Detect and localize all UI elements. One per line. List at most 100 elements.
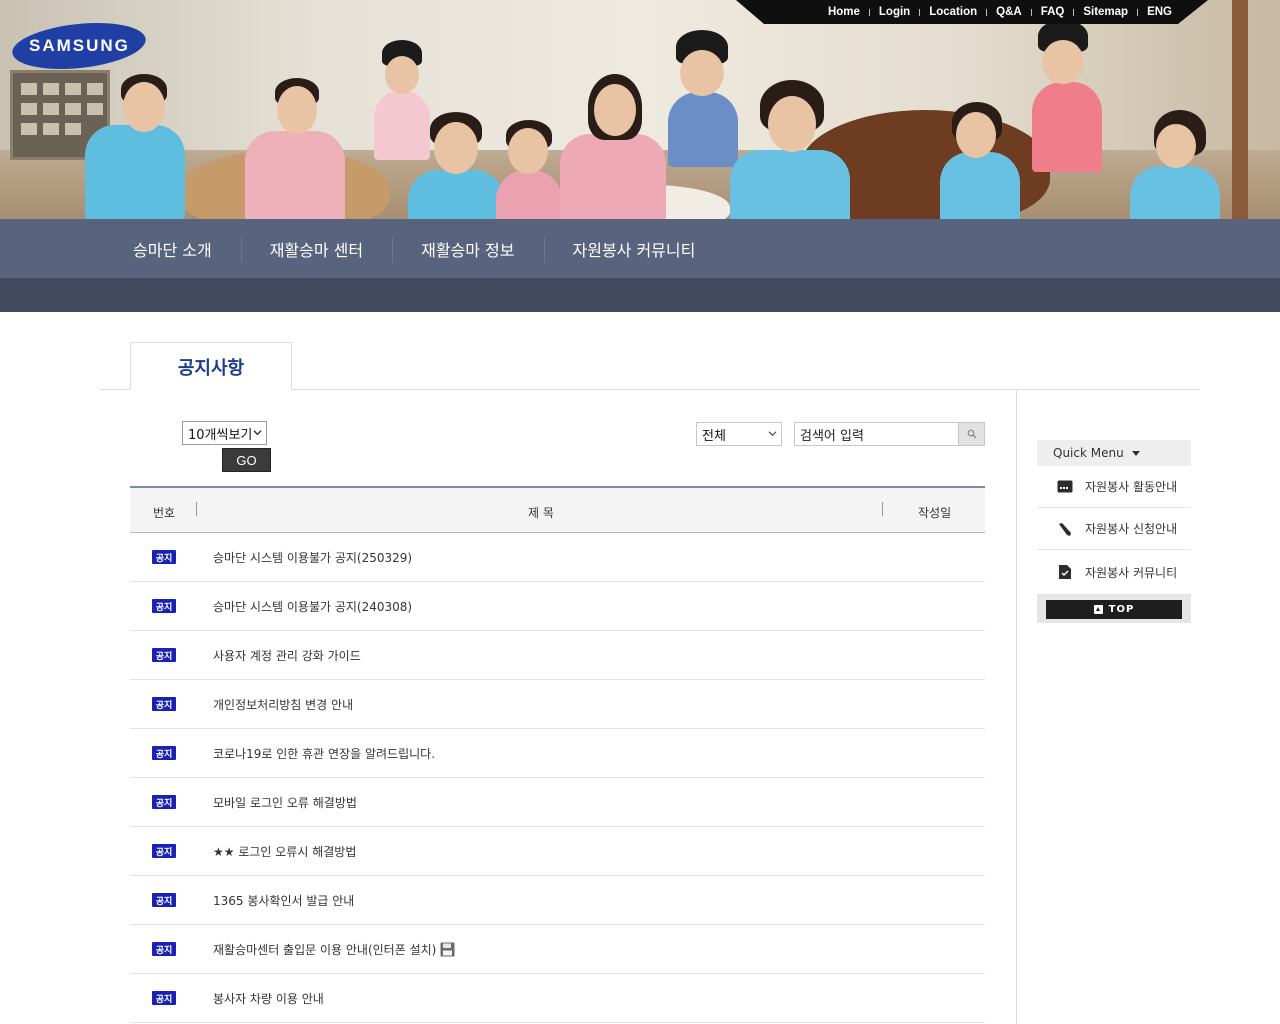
notice-badge: 공지 — [152, 942, 176, 956]
table-body: 공지 승마단 시스템 이용불가 공지(250329) 공지 승마단 시스템 이용불가 … — [130, 533, 985, 1023]
row-title-text: 1365 봉사확인서 발급 안내 — [213, 894, 355, 908]
row-title-text: 봉사자 차량 이용 안내 — [213, 992, 324, 1006]
utility-link-home[interactable]: Home — [828, 6, 860, 18]
utility-link-faq[interactable]: FAQ — [1041, 6, 1065, 18]
search-scope-select[interactable]: 전체 — [696, 422, 782, 446]
notice-badge: 공지 — [152, 844, 176, 858]
table-row[interactable]: 공지 개인정보처리방침 변경 안내 — [130, 680, 985, 729]
nav-item-label: 재활승마 센터 — [269, 240, 364, 260]
notice-badge: 공지 — [152, 746, 176, 760]
quick-menu-item-label: 자원봉사 신청안내 — [1085, 522, 1178, 536]
column-header-title: 제 목 — [528, 506, 554, 520]
table-row[interactable]: 공지 승마단 시스템 이용불가 공지(250329) — [130, 533, 985, 582]
row-title-link[interactable]: 봉사자 차량 이용 안내 — [213, 990, 324, 1007]
utility-nav: Home Login Location Q&A FAQ Sitemap ENG — [736, 0, 1208, 24]
search-icon — [967, 429, 976, 439]
row-title-link[interactable]: ★★ 로그인 오류시 해결방법 — [213, 843, 356, 860]
top-button-wrap: TOP — [1037, 595, 1191, 623]
nav-item-rehab-center[interactable]: 재활승마 센터 — [240, 219, 392, 278]
page-title: 공지사항 — [177, 357, 245, 379]
nav-item-label: 재활승마 정보 — [421, 240, 515, 260]
tab-notices[interactable]: 공지사항 — [130, 342, 292, 390]
quick-menu-item-activity-guide[interactable]: 자원봉사 활동안내 — [1037, 466, 1191, 508]
utility-separator — [869, 9, 870, 16]
row-title-link[interactable]: 승마단 시스템 이용불가 공지(240308) — [213, 598, 412, 615]
go-button[interactable]: GO — [222, 448, 271, 472]
utility-separator — [1031, 9, 1032, 16]
arrow-up-icon — [1093, 604, 1103, 614]
row-title-link[interactable]: 승마단 시스템 이용불가 공지(250329) — [213, 549, 412, 566]
row-title-text: 코로나19로 인한 휴관 연장을 알려드립니다. — [213, 747, 436, 761]
chevron-down-icon — [253, 430, 262, 436]
row-title-text: ★★ 로그인 오류시 해결방법 — [213, 845, 357, 859]
table-row[interactable]: 공지 봉사자 차량 이용 안내 — [130, 974, 985, 1023]
page-size-select[interactable]: 10개씩보기 — [182, 421, 267, 445]
column-header-number: 번호 — [153, 506, 176, 520]
utility-link-login[interactable]: Login — [879, 6, 910, 18]
chevron-down-icon — [768, 431, 777, 437]
table-row[interactable]: 공지 ★★ 로그인 오류시 해결방법 — [130, 827, 985, 876]
quick-menu-item-community[interactable]: 자원봉사 커뮤니티 — [1037, 550, 1191, 595]
document-check-icon — [1057, 564, 1073, 580]
row-title-link[interactable]: 모바일 로그인 오류 해결방법 — [213, 794, 357, 811]
row-title-link[interactable]: 사용자 계정 관리 강화 가이드 — [213, 647, 361, 664]
quick-menu: Quick Menu 자원봉사 활동안내 자원봉사 신청안내 자원봉사 커뮤니티… — [1037, 440, 1191, 623]
nav-item-about[interactable]: 승마단 소개 — [104, 219, 241, 278]
utility-separator — [919, 9, 920, 16]
notice-badge: 공지 — [152, 697, 176, 711]
table-row[interactable]: 공지 1365 봉사확인서 발급 안내 — [130, 876, 985, 925]
row-title-link[interactable]: 개인정보처리방침 변경 안내 — [213, 696, 353, 713]
notice-badge: 공지 — [152, 991, 176, 1005]
row-title-link[interactable]: 재활승마센터 출입문 이용 안내(인터폰 설치) — [213, 941, 455, 958]
column-separator — [196, 502, 197, 516]
utility-link-eng[interactable]: ENG — [1147, 6, 1172, 18]
nav-item-rehab-info[interactable]: 재활승마 정보 — [392, 219, 543, 278]
top-button-label: TOP — [1108, 603, 1135, 615]
table-row[interactable]: 공지 코로나19로 인한 휴관 연장을 알려드립니다. — [130, 729, 985, 778]
row-title-text: 모바일 로그인 오류 해결방법 — [213, 796, 357, 810]
column-separator — [882, 502, 883, 516]
search-button[interactable] — [958, 422, 985, 446]
utility-link-location[interactable]: Location — [929, 6, 977, 18]
row-title-text: 사용자 계정 관리 강화 가이드 — [213, 649, 361, 663]
quick-menu-item-application-guide[interactable]: 자원봉사 신청안내 — [1037, 508, 1191, 550]
search-input-text: 검색어 입력 — [800, 428, 864, 444]
utility-link-sitemap[interactable]: Sitemap — [1083, 6, 1128, 18]
nav-item-label: 승마단 소개 — [133, 240, 212, 260]
table-header: 번호 제 목 작성일 — [130, 486, 985, 533]
table-row[interactable]: 공지 모바일 로그인 오류 해결방법 — [130, 778, 985, 827]
banner-photo-pole — [1232, 0, 1248, 220]
quick-menu-toggle[interactable]: Quick Menu — [1037, 440, 1191, 466]
notice-badge: 공지 — [152, 893, 176, 907]
save-disk-icon — [440, 942, 455, 957]
caret-down-icon — [1131, 450, 1140, 456]
search-input[interactable]: 검색어 입력 — [794, 422, 959, 446]
nav-item-volunteer-community[interactable]: 자원봉사 커뮤니티 — [543, 219, 725, 278]
table-row[interactable]: 공지 재활승마센터 출입문 이용 안내(인터폰 설치) — [130, 925, 985, 974]
notice-table: 번호 제 목 작성일 공지 승마단 시스템 이용불가 공지(250329) 공지 승마… — [130, 486, 985, 1023]
utility-separator — [1137, 9, 1138, 16]
calendar-icon — [1057, 479, 1073, 495]
notice-badge: 공지 — [152, 550, 176, 564]
utility-separator — [1073, 9, 1074, 16]
utility-link-qna[interactable]: Q&A — [996, 6, 1022, 18]
page-size-value: 10개씩보기 — [188, 427, 253, 443]
notice-badge: 공지 — [152, 795, 176, 809]
table-row[interactable]: 공지 승마단 시스템 이용불가 공지(240308) — [130, 582, 985, 631]
pen-icon — [1057, 521, 1073, 537]
row-title-text: 승마단 시스템 이용불가 공지(250329) — [213, 551, 413, 565]
notice-badge: 공지 — [152, 648, 176, 662]
row-title-link[interactable]: 1365 봉사확인서 발급 안내 — [213, 892, 354, 909]
sub-nav-bar — [0, 278, 1280, 312]
main-nav: 승마단 소개 재활승마 센터 재활승마 정보 자원봉사 커뮤니티 — [0, 219, 1280, 278]
header-banner: SAMSUNG Home Login Location Q&A FAQ Site… — [0, 0, 1280, 220]
quick-menu-item-label: 자원봉사 커뮤니티 — [1085, 565, 1178, 580]
top-button[interactable]: TOP — [1046, 599, 1182, 619]
utility-separator — [986, 9, 987, 16]
row-title-text: 재활승마센터 출입문 이용 안내(인터폰 설치) — [213, 943, 437, 957]
column-header-date: 작성일 — [918, 506, 952, 520]
table-row[interactable]: 공지 사용자 계정 관리 강화 가이드 — [130, 631, 985, 680]
logo-text: SAMSUNG — [28, 36, 130, 55]
row-title-link[interactable]: 코로나19로 인한 휴관 연장을 알려드립니다. — [213, 745, 435, 762]
nav-item-label: 자원봉사 커뮤니티 — [572, 240, 696, 260]
